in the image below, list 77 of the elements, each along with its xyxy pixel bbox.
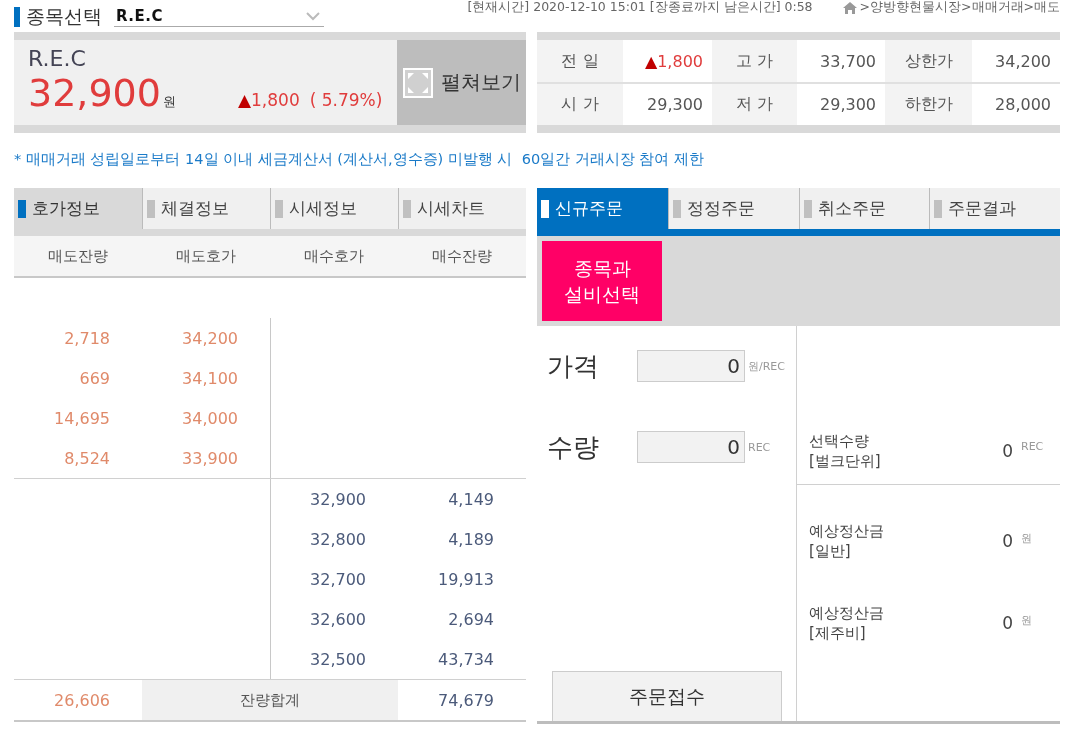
breadcrumb: >양방향현물시장>매매거래>매도 [859, 0, 1060, 16]
table-cell: 32,500 [270, 639, 398, 679]
column-header: 매도호가 [175, 245, 237, 267]
clock-text: [현재시간] 2020-12-10 15:01 [장종료까지 남은시간] 0:58 [467, 0, 813, 16]
field-label: 저 가 [712, 84, 797, 125]
unit-label: REC [748, 440, 771, 454]
price-change: ▲1,800 [237, 90, 300, 110]
table-cell-text: 34,000 [181, 407, 239, 430]
tab[interactable]: 시세차트 [398, 188, 526, 229]
notice-text: * 매매거래 성립일로부터 14일 이내 세금계산서 (계산서,영수증) 미발행 시 60일간 거래시장 참여 제한 [14, 151, 704, 167]
tab[interactable]: 호가정보 [14, 188, 142, 229]
field-label: 하한가 [885, 84, 972, 125]
table-cell: 32,600 [270, 599, 398, 639]
unit-label: 원/REC [748, 358, 785, 374]
table-cell-text: 4,189 [447, 528, 495, 551]
expand-icon [402, 67, 433, 98]
field-label: 전 일 [537, 40, 623, 82]
stat-label: 예상정산금 [일반] [809, 521, 885, 561]
home-icon[interactable] [842, 1, 857, 14]
tab[interactable]: 신규주문 [537, 188, 668, 229]
chevron-down-icon [306, 11, 320, 21]
stat-label: 선택수량 [벌크단위] [809, 431, 882, 471]
column-header: 매수잔량 [431, 245, 493, 267]
unit-label: REC [1021, 440, 1044, 453]
tab[interactable]: 체결정보 [142, 188, 270, 229]
stat-label: 예상정산금 [제주비] [809, 603, 885, 643]
table-cell: 32,900 [270, 479, 398, 519]
expand-button[interactable]: 펼쳐보기 [397, 40, 526, 125]
field-value: 29,300 [819, 94, 877, 116]
table-cell-text: 74,679 [437, 689, 495, 712]
submit-order-button[interactable]: 주문접수 [552, 671, 782, 721]
table-cell-text: 4,149 [447, 488, 495, 511]
field-label: 가격 [547, 349, 600, 383]
select-equipment-button[interactable]: 종목과 설비선택 [542, 241, 662, 321]
table-cell-text: 669 [78, 367, 111, 390]
field-label: 시 가 [537, 84, 623, 125]
tab[interactable]: 정정주문 [667, 188, 799, 229]
table-cell-text: 2,718 [63, 327, 111, 350]
field-value: ▲1,800 [643, 50, 704, 73]
field-value: 34,200 [994, 50, 1052, 73]
field-label: 수량 [547, 430, 600, 464]
table-cell-text: 8,524 [63, 447, 111, 470]
field-label: 상한가 [885, 40, 972, 82]
tab[interactable]: 시세정보 [270, 188, 398, 229]
tab[interactable]: 주문결과 [929, 188, 1060, 229]
field-value: 28,000 [994, 94, 1052, 116]
column-header: 매도잔량 [47, 245, 109, 267]
table-cell-text: 2,694 [447, 608, 495, 631]
stat-value: 0 [1001, 441, 1013, 461]
currency-unit: 원 [162, 93, 176, 111]
stat-value: 0 [1001, 531, 1013, 551]
field-label: 고 가 [712, 40, 797, 82]
table-cell-text: 34,200 [181, 327, 239, 350]
input-field[interactable]: 0 [637, 350, 745, 382]
stat-value: 0 [1001, 613, 1013, 633]
unit-label: 원 [1021, 531, 1032, 546]
table-cell-text: 43,734 [437, 648, 495, 671]
field-value: 29,300 [646, 94, 704, 116]
table-cell-text: 14,695 [53, 407, 111, 430]
table-cell-text: 34,100 [181, 367, 239, 390]
stock-dropdown[interactable]: R.E.C [114, 7, 324, 27]
section-title: 종목선택 [26, 4, 102, 29]
total-label: 잔량합계 [142, 680, 398, 720]
stock-name: R.E.C [28, 46, 87, 72]
table-cell-text: 26,606 [53, 689, 111, 712]
field-value: 33,700 [819, 50, 877, 73]
table-cell-text: 33,900 [181, 447, 239, 470]
unit-label: 원 [1021, 613, 1032, 628]
column-header: 매수호가 [303, 245, 365, 267]
table-cell: 32,700 [270, 559, 398, 599]
table-cell-text: 19,913 [437, 568, 495, 591]
table-cell: 32,800 [270, 519, 398, 559]
tab[interactable]: 취소주문 [798, 188, 930, 229]
title-marker [14, 7, 20, 27]
input-field[interactable]: 0 [637, 431, 745, 463]
current-price: 32,900 [28, 70, 161, 116]
change-percent: ( 5.79%) [309, 90, 383, 110]
